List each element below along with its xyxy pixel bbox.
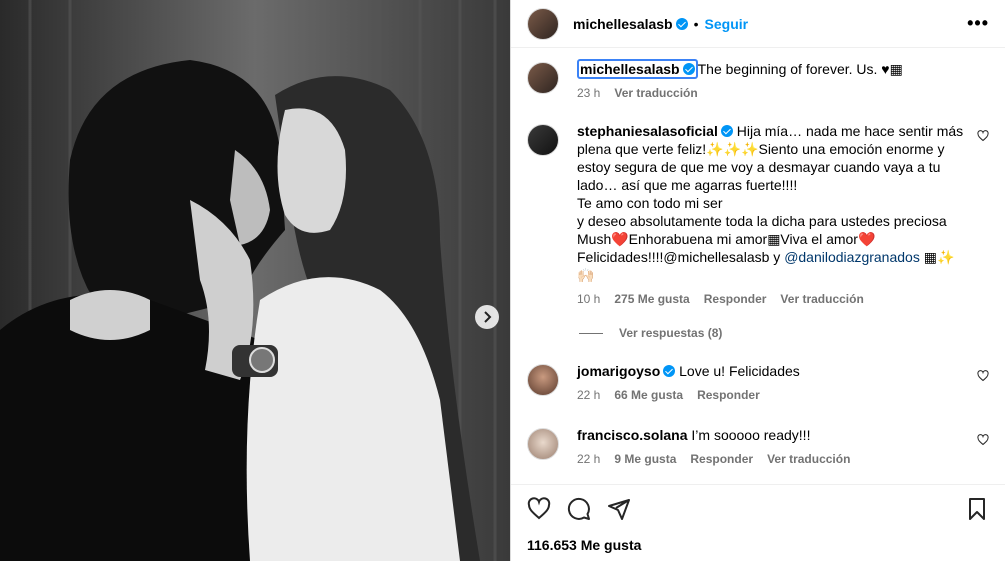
comment-item: francisco.solana I’m sooooo ready!!! 22 … — [527, 426, 989, 468]
verified-badge-icon — [663, 365, 676, 377]
replies-divider — [579, 332, 603, 334]
comment-text: Love u! Felicidades — [679, 363, 800, 379]
caption-text: The beginning of forever. Us. ♥▦ — [697, 61, 903, 77]
action-bar — [527, 495, 989, 523]
comment-username[interactable]: jomarigoyso — [577, 363, 660, 379]
separator-dot: • — [693, 15, 699, 32]
author-username[interactable]: michellesalasb — [573, 16, 673, 32]
comment-username[interactable]: stephaniesalasoficial — [577, 123, 718, 139]
comment-line: 🙌🏻 — [577, 267, 595, 283]
follow-button[interactable]: Seguir — [705, 16, 749, 32]
caption: michellesalasb The beginning of forever. … — [527, 59, 989, 102]
comment-item: stephaniesalasoficial Hija mía… nada me … — [527, 122, 989, 308]
caption-translate-link[interactable]: Ver traducción — [614, 84, 697, 102]
comment-time: 22 h — [577, 388, 601, 402]
comment-line-tail: ▦✨ — [919, 249, 955, 265]
comment-text: I’m sooooo ready!!! — [691, 427, 811, 443]
bookmark-icon[interactable] — [965, 497, 989, 521]
author-avatar[interactable] — [527, 62, 559, 94]
comment-likes[interactable]: 9 Me gusta — [614, 450, 676, 468]
comment-likes[interactable]: 275 Me gusta — [614, 290, 689, 308]
chevron-right-icon — [484, 311, 492, 323]
comment-username[interactable]: francisco.solana — [577, 427, 688, 443]
verified-badge-icon — [675, 17, 688, 30]
likes-count[interactable]: 116.653 Me gusta — [527, 537, 989, 553]
comment-line: Hija mía… nada me hace sentir más — [736, 123, 964, 139]
caption-time: 23 h — [577, 86, 601, 100]
commenter-avatar[interactable] — [527, 428, 559, 460]
comment-item: jomarigoyso Love u! Felicidades 22 h 66 … — [527, 362, 989, 404]
author-avatar[interactable] — [527, 7, 559, 40]
comment-line: Te amo con todo mi ser — [577, 195, 723, 211]
comment-line: lado… así que me agarras fuerte!!!! — [577, 177, 798, 193]
commenter-avatar[interactable] — [527, 364, 559, 396]
reply-button[interactable]: Responder — [697, 386, 760, 404]
comment-line: plena que verte feliz!✨✨✨Siento una emoc… — [577, 141, 945, 157]
translate-link[interactable]: Ver traducción — [780, 290, 863, 308]
post-header: michellesalasb • Seguir ••• — [511, 0, 1005, 48]
view-replies-button[interactable]: Ver respuestas (8) — [579, 326, 989, 340]
caption-username[interactable]: michellesalasb — [580, 61, 680, 77]
view-replies-label: Ver respuestas (8) — [619, 326, 723, 340]
comment-likes[interactable]: 66 Me gusta — [614, 386, 683, 404]
comment-line: estoy segura de que me voy a desmayar cu… — [577, 159, 941, 175]
verified-badge-icon — [720, 125, 733, 137]
send-icon[interactable] — [607, 497, 631, 521]
comment-line: Mush❤️Enhorabuena mi amor▦Viva el amor❤️ — [577, 231, 876, 247]
reply-button[interactable]: Responder — [690, 450, 753, 468]
verified-badge-icon — [682, 63, 695, 75]
comment-line: Felicidades!!!!@michellesalasb y — [577, 249, 785, 265]
comments-list: michellesalasb The beginning of forever. … — [511, 48, 1005, 484]
couple-kiss-photo — [0, 0, 510, 561]
next-image-button[interactable] — [475, 305, 499, 329]
reply-button[interactable]: Responder — [704, 290, 767, 308]
comment-time: 22 h — [577, 452, 601, 466]
translate-link[interactable]: Ver traducción — [767, 450, 850, 468]
heart-icon[interactable] — [527, 497, 551, 521]
mention-link[interactable]: @danilodiazgranados — [784, 249, 920, 265]
heart-icon[interactable] — [977, 130, 989, 142]
commenter-avatar[interactable] — [527, 124, 559, 156]
heart-icon[interactable] — [977, 370, 989, 382]
post-actions-footer: 116.653 Me gusta — [511, 484, 1005, 561]
more-options-icon[interactable]: ••• — [967, 13, 989, 34]
comment-time: 10 h — [577, 292, 601, 306]
comment-line: y deseo absolutamente toda la dicha para… — [577, 213, 947, 229]
post-photo — [0, 0, 510, 561]
post-side-panel: michellesalasb • Seguir ••• michellesala… — [510, 0, 1005, 561]
comment-icon[interactable] — [567, 497, 591, 521]
heart-icon[interactable] — [977, 434, 989, 446]
